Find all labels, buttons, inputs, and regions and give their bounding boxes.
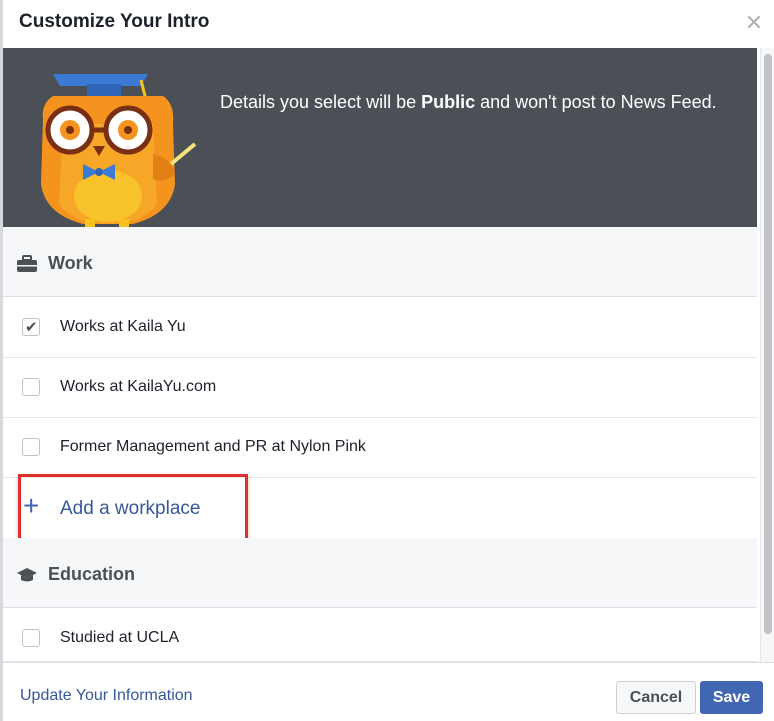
education-item-label: Studied at UCLA	[60, 629, 180, 646]
work-item-label: Works at KailaYu.com	[60, 378, 217, 395]
close-icon[interactable]: ✕	[743, 12, 765, 34]
owl-graduate-illustration	[41, 74, 197, 227]
work-item-row[interactable]: Former Management and PR at Nylon Pink	[3, 418, 757, 478]
briefcase-icon	[17, 255, 37, 272]
checkmark-icon: ✔	[25, 319, 38, 336]
update-information-link[interactable]: Update Your Information	[20, 687, 193, 705]
dialog-scrollbar[interactable]	[760, 48, 774, 662]
work-item-checkbox[interactable]	[22, 378, 40, 396]
dialog-footer: Update Your Information Cancel Save	[3, 662, 774, 721]
public-notice-text: Details you select will be Public and wo…	[220, 92, 757, 113]
cancel-button[interactable]: Cancel	[616, 681, 696, 714]
save-button[interactable]: Save	[700, 681, 763, 714]
scrollbar-thumb[interactable]	[764, 54, 772, 634]
work-item-checkbox[interactable]	[22, 438, 40, 456]
education-item-row[interactable]: Studied at UCLA	[3, 609, 757, 662]
graduation-cap-icon	[17, 568, 37, 582]
customize-intro-dialog: Customize Your Intro ✕ Details you selec…	[0, 0, 774, 721]
work-item-row[interactable]: ✔ Works at Kaila Yu	[3, 298, 757, 358]
public-notice-banner: Details you select will be Public and wo…	[3, 48, 757, 227]
notice-text-start: Details you select will be	[220, 92, 422, 112]
work-item-row[interactable]: Works at KailaYu.com	[3, 358, 757, 418]
work-heading: Work	[48, 253, 93, 273]
education-section-header: Education	[3, 538, 757, 608]
dialog-title: Customize Your Intro	[19, 11, 210, 32]
education-item-checkbox[interactable]	[22, 629, 40, 647]
work-item-label: Former Management and PR at Nylon Pink	[60, 438, 366, 455]
annotation-highlight-box	[18, 474, 248, 548]
work-section-header: Work	[3, 227, 757, 297]
dialog-header: Customize Your Intro ✕	[3, 0, 774, 48]
work-item-label: Works at Kaila Yu	[60, 318, 186, 335]
education-heading: Education	[48, 564, 136, 584]
notice-text-end: and won't post to News Feed.	[475, 92, 717, 112]
work-item-checkbox[interactable]: ✔	[22, 318, 40, 336]
notice-text-public: Public	[421, 92, 476, 112]
